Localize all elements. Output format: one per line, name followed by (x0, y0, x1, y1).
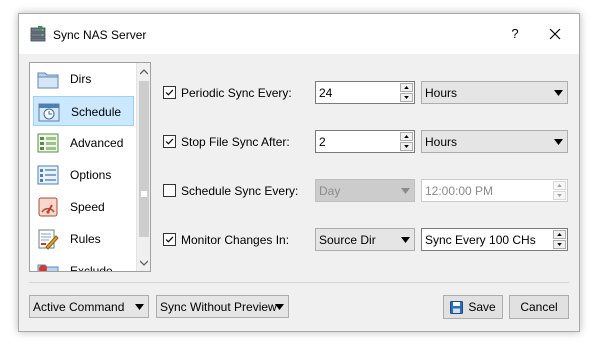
folder-icon (37, 72, 59, 89)
sidebar-item-dirs[interactable]: Dirs (33, 64, 134, 94)
stepper-up-icon[interactable] (553, 181, 566, 190)
stop-sync-label: Stop File Sync After: (181, 135, 290, 149)
sync-mode-value: Sync Without Preview (160, 300, 277, 314)
sidebar-item-rules[interactable]: Rules (33, 224, 134, 254)
sidebar-item-options[interactable]: Options (33, 160, 134, 190)
window-title: Sync NAS Server (53, 28, 147, 42)
schedule-sync-time-stepper[interactable]: 12:00:00 PM (421, 179, 568, 202)
stepper-down-icon[interactable] (400, 93, 413, 102)
monitor-changes-label: Monitor Changes In: (181, 233, 290, 247)
stepper-up-icon[interactable] (553, 230, 566, 239)
schedule-sync-period-value: Day (319, 184, 341, 198)
stepper-down-icon[interactable] (553, 240, 566, 249)
stop-sync-value[interactable]: 2 (319, 135, 326, 149)
cancel-button-label: Cancel (520, 300, 558, 314)
schedule-sync-time-value[interactable]: 12:00:00 PM (425, 184, 493, 198)
footer-divider (29, 282, 569, 283)
stepper-down-icon[interactable] (400, 142, 413, 151)
stepper-down-icon[interactable] (553, 191, 566, 200)
title-bar: Sync NAS Server ? (19, 14, 579, 54)
scroll-up-icon[interactable] (140, 68, 148, 76)
sidebar-item-schedule[interactable]: Schedule (33, 96, 134, 126)
sidebar-item-speed[interactable]: Speed (33, 192, 134, 222)
sidebar-item-label: Speed (70, 200, 105, 214)
stop-sync-stepper[interactable]: 2 (315, 130, 415, 153)
stepper-buttons (400, 83, 413, 102)
scroll-down-icon[interactable] (140, 259, 148, 267)
sidebar-nav: Dirs Schedule Advanced Options Speed Rul… (29, 62, 151, 272)
sidebar-item-label: Advanced (70, 136, 124, 150)
sidebar-item-advanced[interactable]: Advanced (33, 128, 134, 158)
periodic-sync-value[interactable]: 24 (319, 86, 332, 100)
floppy-disk-icon (450, 301, 463, 314)
monitor-changes-checkbox[interactable] (163, 233, 176, 246)
sidebar-item-label: Exclude (70, 264, 113, 272)
speed-icon (38, 197, 58, 217)
stop-sync-checkbox[interactable] (163, 135, 176, 148)
chevron-down-icon (275, 304, 284, 310)
stepper-buttons (553, 230, 566, 249)
sync-mode-select[interactable]: Sync Without Preview (156, 295, 289, 318)
active-command-select[interactable]: Active Command (29, 295, 149, 318)
chevron-down-icon (401, 237, 410, 243)
schedule-sync-checkbox[interactable] (163, 184, 176, 197)
sidebar-scrollbar[interactable] (136, 63, 150, 271)
rules-icon (38, 229, 59, 250)
sidebar-item-label: Dirs (70, 72, 92, 86)
scrollbar-thumb[interactable] (139, 81, 149, 237)
active-command-value: Active Command (33, 300, 125, 314)
stepper-up-icon[interactable] (400, 83, 413, 92)
chevron-down-icon (554, 139, 563, 145)
sidebar-item-label: Rules (70, 232, 101, 246)
sync-dialog: Sync NAS Server ? Dirs Schedule Advanced… (18, 13, 580, 332)
save-button[interactable]: Save (443, 295, 503, 319)
sidebar-item-exclude[interactable]: Exclude (33, 256, 134, 272)
monitor-source-select[interactable]: Source Dir (315, 228, 415, 251)
close-icon[interactable] (541, 22, 569, 46)
stepper-buttons (400, 132, 413, 151)
options-icon (37, 165, 59, 185)
save-button-label: Save (468, 300, 496, 314)
monitor-source-value: Source Dir (319, 233, 376, 247)
stepper-buttons (553, 181, 566, 200)
sidebar-item-label: Schedule (71, 105, 122, 119)
periodic-sync-unit-select[interactable]: Hours (421, 81, 568, 104)
schedule-icon (38, 103, 60, 122)
monitor-threshold-stepper[interactable]: Sync Every 100 CHs (421, 228, 568, 251)
chevron-down-icon (135, 304, 144, 310)
schedule-sync-period-select[interactable]: Day (315, 179, 415, 202)
exclude-icon (37, 264, 59, 271)
periodic-sync-checkbox[interactable] (163, 86, 176, 99)
chevron-down-icon (401, 188, 410, 194)
advanced-icon (37, 133, 59, 153)
sidebar-item-label: Options (70, 168, 112, 182)
cancel-button[interactable]: Cancel (509, 295, 569, 319)
help-button[interactable]: ? (503, 22, 527, 46)
monitor-threshold-value[interactable]: Sync Every 100 CHs (425, 233, 536, 247)
app-icon (30, 25, 46, 42)
periodic-sync-unit-value: Hours (425, 86, 458, 100)
periodic-sync-label: Periodic Sync Every: (181, 86, 292, 100)
stop-sync-unit-value: Hours (425, 135, 458, 149)
schedule-sync-label: Schedule Sync Every: (181, 184, 299, 198)
scrollbar-grip (141, 191, 147, 197)
periodic-sync-stepper[interactable]: 24 (315, 81, 415, 104)
stepper-up-icon[interactable] (400, 132, 413, 141)
chevron-down-icon (554, 90, 563, 96)
stop-sync-unit-select[interactable]: Hours (421, 130, 568, 153)
